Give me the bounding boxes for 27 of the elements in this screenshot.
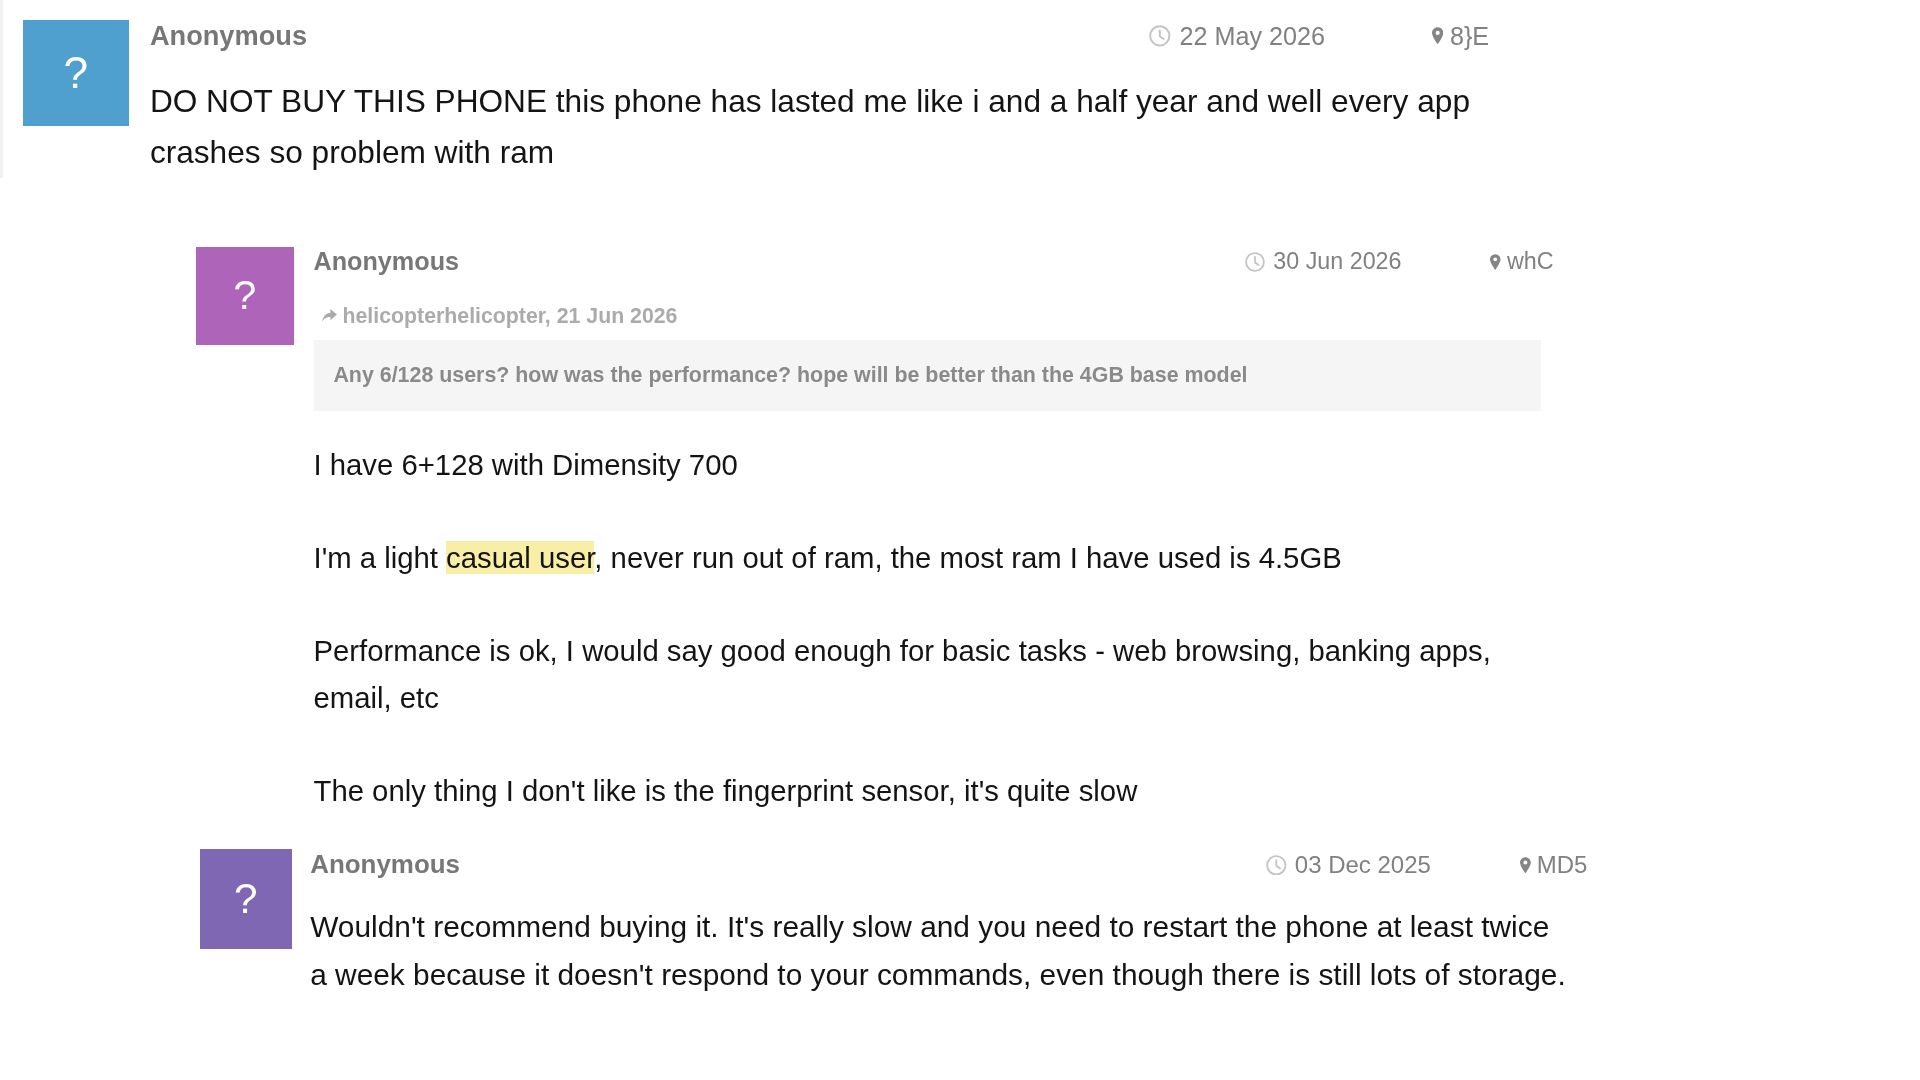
share-arrow-icon [321, 309, 337, 323]
comment-text: Wouldn't recommend buying it. It's really slow and you need to restart the phone at least twice a week because it doesn't respond to your commands, even though there is still lots of storage. [310, 908, 1567, 994]
author-name: Anonymous [310, 850, 462, 880]
comment-date: 03 Dec 2025 [1294, 850, 1431, 879]
comment-text: The only thing I don't like is the fingerprint sensor, it's quite slow [313, 773, 1139, 810]
avatar: ? [23, 20, 129, 126]
comment-date: 22 May 2026 [1179, 21, 1325, 51]
author-name: Anonymous [149, 20, 309, 53]
location-pin-icon [1432, 26, 1444, 46]
location-pin-icon [1490, 252, 1501, 271]
comment-text: DO NOT BUY THIS PHONE this phone has lasted me like i and a half year and well every app crashes so problem with ram [149, 82, 1471, 172]
comment-text: I'm a light casual user, never run out of ram, the most ram I have used is 4.5GB [313, 540, 1343, 577]
clock-icon [1266, 854, 1287, 876]
avatar: ? [196, 246, 294, 345]
author-name: Anonymous [313, 247, 461, 277]
clock-icon [1149, 25, 1171, 47]
quote-block: Any 6/128 users? how was the performance? hope will be better than the 4GB base model [313, 340, 1541, 412]
avatar: ? [200, 849, 292, 950]
clock-icon [1245, 251, 1266, 272]
location-code: 8}E [1449, 21, 1490, 51]
comment-text: Performance is ok, I would say good enough for basic tasks - web browsing, banking apps, email, etc [313, 633, 1492, 717]
comment-text: I have 6+128 with Dimensity 700 [313, 447, 739, 484]
location-code: whC [1506, 248, 1554, 276]
quote-source: helicopterhelicopter, 21 Jun 2026 [342, 302, 678, 330]
location-pin-icon [1519, 855, 1531, 875]
comment-date: 30 Jun 2026 [1273, 248, 1402, 276]
location-code: MD5 [1536, 850, 1588, 879]
